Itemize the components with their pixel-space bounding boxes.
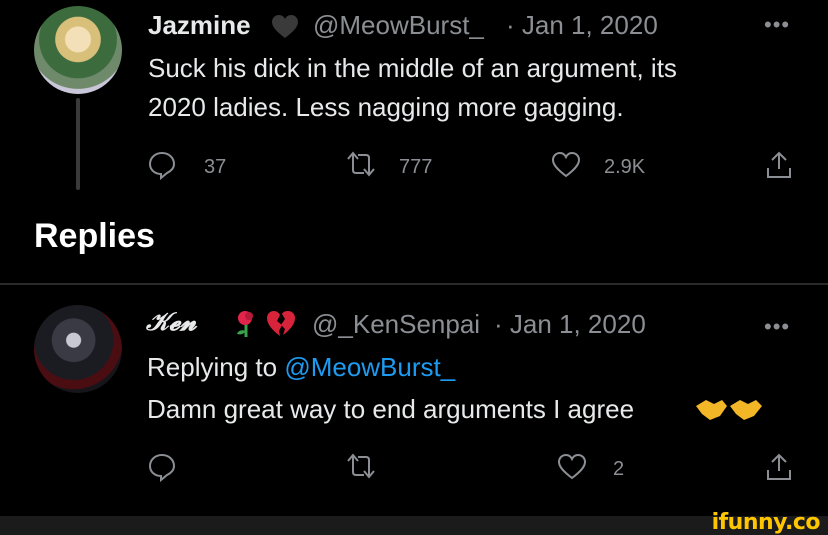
reply-author-handle[interactable]: @_KenSenpai xyxy=(312,309,480,340)
broken-heart-icon xyxy=(265,309,297,339)
replies-heading: Replies xyxy=(34,217,155,255)
more-options-button[interactable]: ••• xyxy=(764,12,790,38)
handshake-icon xyxy=(694,396,764,424)
ifunny-watermark: ifunny.co xyxy=(711,510,821,535)
divider xyxy=(0,283,828,285)
author-name[interactable]: Jazmine xyxy=(148,10,251,41)
wilted-flower-icon xyxy=(233,309,259,339)
tweet-text-line-1: Suck his dick in the middle of an argume… xyxy=(148,53,677,83)
avatar[interactable] xyxy=(34,6,122,94)
tweet-date[interactable]: · Jan 1, 2020 xyxy=(506,10,658,41)
retweet-icon[interactable] xyxy=(344,452,378,480)
author-handle[interactable]: @MeowBurst_ xyxy=(313,10,484,41)
footer-bar xyxy=(0,516,828,535)
reply-text: Damn great way to end arguments I agree xyxy=(147,394,635,424)
replying-to-handle-link[interactable]: @MeowBurst_ xyxy=(284,352,455,382)
reply-date[interactable]: · Jan 1, 2020 xyxy=(494,309,646,340)
retweet-icon[interactable] xyxy=(344,150,378,178)
avatar[interactable] xyxy=(34,305,122,393)
reply-icon[interactable] xyxy=(147,452,177,482)
like-count: 2.9K xyxy=(604,156,646,178)
heart-icon[interactable] xyxy=(557,453,587,481)
thread-line xyxy=(76,98,80,190)
tweet-text-line-2: 2020 ladies. Less nagging more gagging. xyxy=(148,92,624,122)
heart-icon[interactable] xyxy=(551,151,581,179)
reply-more-options-button[interactable]: ••• xyxy=(764,314,790,340)
black-heart-icon xyxy=(271,14,299,40)
retweet-count: 777 xyxy=(399,156,433,178)
reply-author-name[interactable]: 𝒦𝓮𝓷 xyxy=(146,307,197,337)
share-icon[interactable] xyxy=(764,150,794,180)
share-icon[interactable] xyxy=(764,452,794,482)
reply-count: 37 xyxy=(204,156,227,178)
reply-like-count: 2 xyxy=(613,458,625,480)
replying-to-prefix: Replying to xyxy=(147,352,278,382)
replying-to: Replying to @MeowBurst_ xyxy=(147,348,455,386)
reply-icon[interactable] xyxy=(147,150,177,180)
